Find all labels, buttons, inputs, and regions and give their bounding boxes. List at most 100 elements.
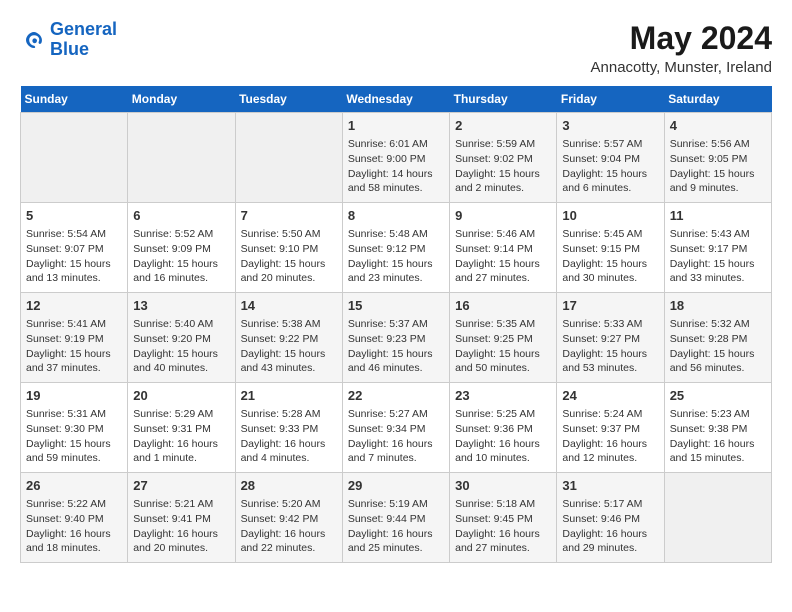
calendar-cell: 21Sunrise: 5:28 AMSunset: 9:33 PMDayligh… [235, 383, 342, 473]
day-info: Sunrise: 5:35 AM [455, 317, 551, 332]
day-number: 25 [670, 387, 766, 405]
calendar-cell: 25Sunrise: 5:23 AMSunset: 9:38 PMDayligh… [664, 383, 771, 473]
day-info: Daylight: 16 hours [241, 527, 337, 542]
logo-text: GeneralBlue [50, 20, 117, 60]
day-info: Sunset: 9:38 PM [670, 422, 766, 437]
day-info: Sunrise: 5:28 AM [241, 407, 337, 422]
day-info: Sunset: 9:10 PM [241, 242, 337, 257]
calendar-cell: 22Sunrise: 5:27 AMSunset: 9:34 PMDayligh… [342, 383, 449, 473]
calendar-cell [664, 473, 771, 563]
logo: GeneralBlue [20, 20, 117, 60]
day-info: and 29 minutes. [562, 541, 658, 556]
day-info: Daylight: 15 hours [26, 347, 122, 362]
day-info: Sunrise: 5:45 AM [562, 227, 658, 242]
calendar-cell: 2Sunrise: 5:59 AMSunset: 9:02 PMDaylight… [450, 113, 557, 203]
day-info: Daylight: 15 hours [670, 347, 766, 362]
day-info: Sunrise: 5:41 AM [26, 317, 122, 332]
day-info: Sunset: 9:27 PM [562, 332, 658, 347]
day-info: Sunset: 9:22 PM [241, 332, 337, 347]
day-info: and 43 minutes. [241, 361, 337, 376]
day-header: Sunday [21, 86, 128, 113]
day-info: and 12 minutes. [562, 451, 658, 466]
day-info: and 27 minutes. [455, 271, 551, 286]
day-info: Daylight: 15 hours [670, 167, 766, 182]
day-info: Sunrise: 5:57 AM [562, 137, 658, 152]
day-info: Sunrise: 6:01 AM [348, 137, 444, 152]
page-header: GeneralBlue May 2024 Annacotty, Munster,… [20, 20, 772, 76]
day-info: Sunrise: 5:40 AM [133, 317, 229, 332]
day-info: and 1 minute. [133, 451, 229, 466]
day-number: 24 [562, 387, 658, 405]
day-info: Sunset: 9:33 PM [241, 422, 337, 437]
day-info: Sunrise: 5:23 AM [670, 407, 766, 422]
day-info: Sunrise: 5:31 AM [26, 407, 122, 422]
day-info: and 20 minutes. [241, 271, 337, 286]
day-info: and 46 minutes. [348, 361, 444, 376]
day-info: Sunrise: 5:52 AM [133, 227, 229, 242]
day-info: Sunrise: 5:29 AM [133, 407, 229, 422]
day-info: and 27 minutes. [455, 541, 551, 556]
calendar-cell: 16Sunrise: 5:35 AMSunset: 9:25 PMDayligh… [450, 293, 557, 383]
day-info: and 9 minutes. [670, 181, 766, 196]
day-info: Sunset: 9:30 PM [26, 422, 122, 437]
day-info: Daylight: 15 hours [26, 257, 122, 272]
day-info: and 37 minutes. [26, 361, 122, 376]
day-number: 22 [348, 387, 444, 405]
day-number: 16 [455, 297, 551, 315]
day-number: 4 [670, 117, 766, 135]
calendar-cell: 6Sunrise: 5:52 AMSunset: 9:09 PMDaylight… [128, 203, 235, 293]
day-info: Daylight: 16 hours [133, 527, 229, 542]
calendar-table: SundayMondayTuesdayWednesdayThursdayFrid… [20, 86, 772, 563]
day-info: Sunrise: 5:22 AM [26, 497, 122, 512]
day-info: and 40 minutes. [133, 361, 229, 376]
calendar-cell: 12Sunrise: 5:41 AMSunset: 9:19 PMDayligh… [21, 293, 128, 383]
day-info: and 30 minutes. [562, 271, 658, 286]
day-info: and 58 minutes. [348, 181, 444, 196]
day-info: and 23 minutes. [348, 271, 444, 286]
calendar-week-row: 26Sunrise: 5:22 AMSunset: 9:40 PMDayligh… [21, 473, 772, 563]
calendar-cell: 27Sunrise: 5:21 AMSunset: 9:41 PMDayligh… [128, 473, 235, 563]
day-info: Sunrise: 5:21 AM [133, 497, 229, 512]
day-info: Daylight: 16 hours [133, 437, 229, 452]
calendar-week-row: 5Sunrise: 5:54 AMSunset: 9:07 PMDaylight… [21, 203, 772, 293]
calendar-week-row: 1Sunrise: 6:01 AMSunset: 9:00 PMDaylight… [21, 113, 772, 203]
calendar-header-row: SundayMondayTuesdayWednesdayThursdayFrid… [21, 86, 772, 113]
day-info: Sunset: 9:25 PM [455, 332, 551, 347]
day-info: Daylight: 15 hours [26, 437, 122, 452]
day-info: Sunset: 9:31 PM [133, 422, 229, 437]
calendar-cell: 5Sunrise: 5:54 AMSunset: 9:07 PMDaylight… [21, 203, 128, 293]
calendar-cell [128, 113, 235, 203]
day-info: Daylight: 15 hours [241, 257, 337, 272]
day-info: Sunrise: 5:56 AM [670, 137, 766, 152]
day-info: Daylight: 15 hours [133, 257, 229, 272]
calendar-cell: 26Sunrise: 5:22 AMSunset: 9:40 PMDayligh… [21, 473, 128, 563]
day-number: 11 [670, 207, 766, 225]
calendar-cell: 4Sunrise: 5:56 AMSunset: 9:05 PMDaylight… [664, 113, 771, 203]
day-number: 14 [241, 297, 337, 315]
day-info: Sunset: 9:23 PM [348, 332, 444, 347]
day-number: 7 [241, 207, 337, 225]
calendar-cell: 3Sunrise: 5:57 AMSunset: 9:04 PMDaylight… [557, 113, 664, 203]
day-info: Daylight: 15 hours [133, 347, 229, 362]
day-info: and 59 minutes. [26, 451, 122, 466]
calendar-week-row: 19Sunrise: 5:31 AMSunset: 9:30 PMDayligh… [21, 383, 772, 473]
day-info: Sunset: 9:46 PM [562, 512, 658, 527]
day-header: Wednesday [342, 86, 449, 113]
day-info: and 7 minutes. [348, 451, 444, 466]
day-info: Daylight: 16 hours [348, 527, 444, 542]
calendar-cell: 18Sunrise: 5:32 AMSunset: 9:28 PMDayligh… [664, 293, 771, 383]
day-info: Sunset: 9:44 PM [348, 512, 444, 527]
day-number: 15 [348, 297, 444, 315]
day-number: 20 [133, 387, 229, 405]
day-info: Sunset: 9:12 PM [348, 242, 444, 257]
day-info: Sunset: 9:00 PM [348, 152, 444, 167]
day-info: Sunset: 9:04 PM [562, 152, 658, 167]
calendar-week-row: 12Sunrise: 5:41 AMSunset: 9:19 PMDayligh… [21, 293, 772, 383]
day-number: 2 [455, 117, 551, 135]
day-info: Daylight: 16 hours [455, 437, 551, 452]
day-number: 27 [133, 477, 229, 495]
day-info: Daylight: 15 hours [562, 347, 658, 362]
day-info: Sunset: 9:34 PM [348, 422, 444, 437]
day-number: 21 [241, 387, 337, 405]
day-info: Sunset: 9:14 PM [455, 242, 551, 257]
